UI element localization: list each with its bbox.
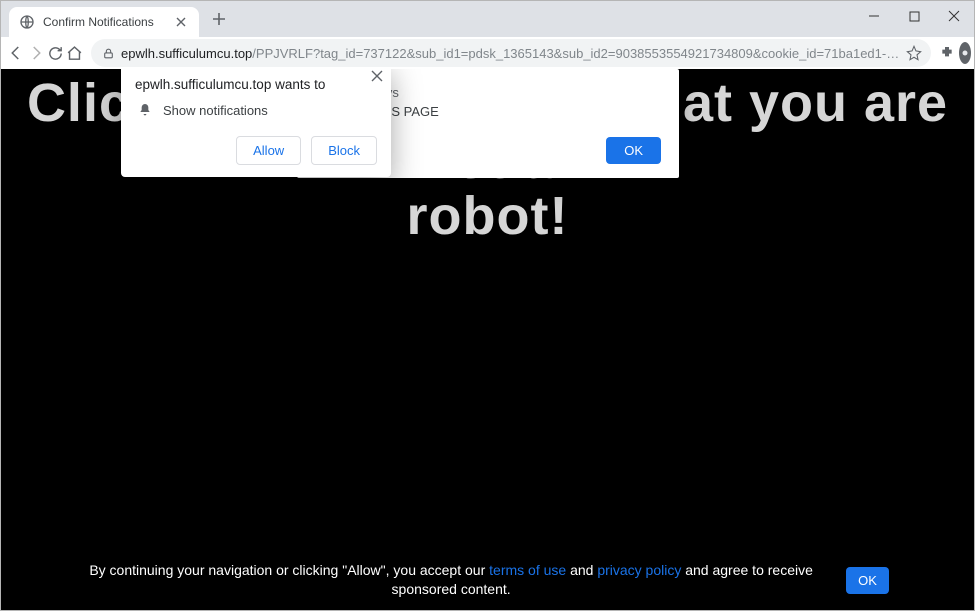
consent-and: and: [570, 562, 597, 578]
globe-icon: [19, 14, 35, 30]
permission-option-label: Show notifications: [163, 103, 268, 118]
toolbar: epwlh.sufficulumcu.top/PPJVRLF?tag_id=73…: [1, 37, 974, 69]
tab-close-icon[interactable]: [173, 14, 189, 30]
maximize-button[interactable]: [894, 1, 934, 31]
url-domain: epwlh.sufficulumcu.top: [121, 46, 252, 61]
forward-button[interactable]: [27, 39, 45, 67]
window-controls: [854, 1, 974, 37]
consent-ok-button[interactable]: OK: [846, 567, 889, 594]
permission-lead: epwlh.sufficulumcu.top wants to: [135, 77, 377, 92]
page-viewport: Click Allow to confirm that you are not …: [1, 69, 974, 610]
titlebar: Confirm Notifications: [1, 1, 974, 37]
browser-window: Confirm Notifications: [0, 0, 975, 611]
extensions-icon[interactable]: [939, 39, 955, 67]
permission-origin: epwlh.sufficulumcu.top: [135, 77, 271, 92]
lock-icon: [101, 46, 115, 60]
terms-of-use-link[interactable]: terms of use: [489, 562, 566, 578]
active-tab[interactable]: Confirm Notifications: [9, 7, 199, 37]
back-button[interactable]: [7, 39, 25, 67]
privacy-policy-link[interactable]: privacy policy: [597, 562, 681, 578]
permission-option-row: Show notifications: [135, 102, 377, 118]
consent-bar: By continuing your navigation or clickin…: [1, 561, 974, 600]
reload-button[interactable]: [47, 39, 64, 67]
bell-icon: [137, 102, 153, 118]
permission-actions: Allow Block: [135, 136, 377, 165]
home-button[interactable]: [66, 39, 83, 67]
url-path: /PPJVRLF?tag_id=737122&sub_id1=pdsk_1365…: [252, 46, 899, 61]
permission-close-icon[interactable]: [371, 69, 383, 87]
profile-badge-icon[interactable]: [959, 42, 971, 64]
consent-pre: By continuing your navigation or clickin…: [89, 562, 489, 578]
tab-title: Confirm Notifications: [43, 15, 173, 29]
alert-ok-button[interactable]: OK: [606, 137, 661, 164]
url-text: epwlh.sufficulumcu.top/PPJVRLF?tag_id=73…: [121, 46, 899, 61]
block-button[interactable]: Block: [311, 136, 377, 165]
permission-lead-suffix: wants to: [271, 77, 325, 92]
address-bar[interactable]: epwlh.sufficulumcu.top/PPJVRLF?tag_id=73…: [91, 39, 931, 67]
new-tab-button[interactable]: [205, 5, 233, 33]
bookmark-star-icon[interactable]: [905, 45, 923, 61]
window-close-button[interactable]: [934, 1, 974, 31]
notification-permission-prompt: epwlh.sufficulumcu.top wants to Show not…: [121, 69, 391, 177]
minimize-button[interactable]: [854, 1, 894, 31]
consent-text: By continuing your navigation or clickin…: [86, 561, 816, 600]
allow-button[interactable]: Allow: [236, 136, 301, 165]
